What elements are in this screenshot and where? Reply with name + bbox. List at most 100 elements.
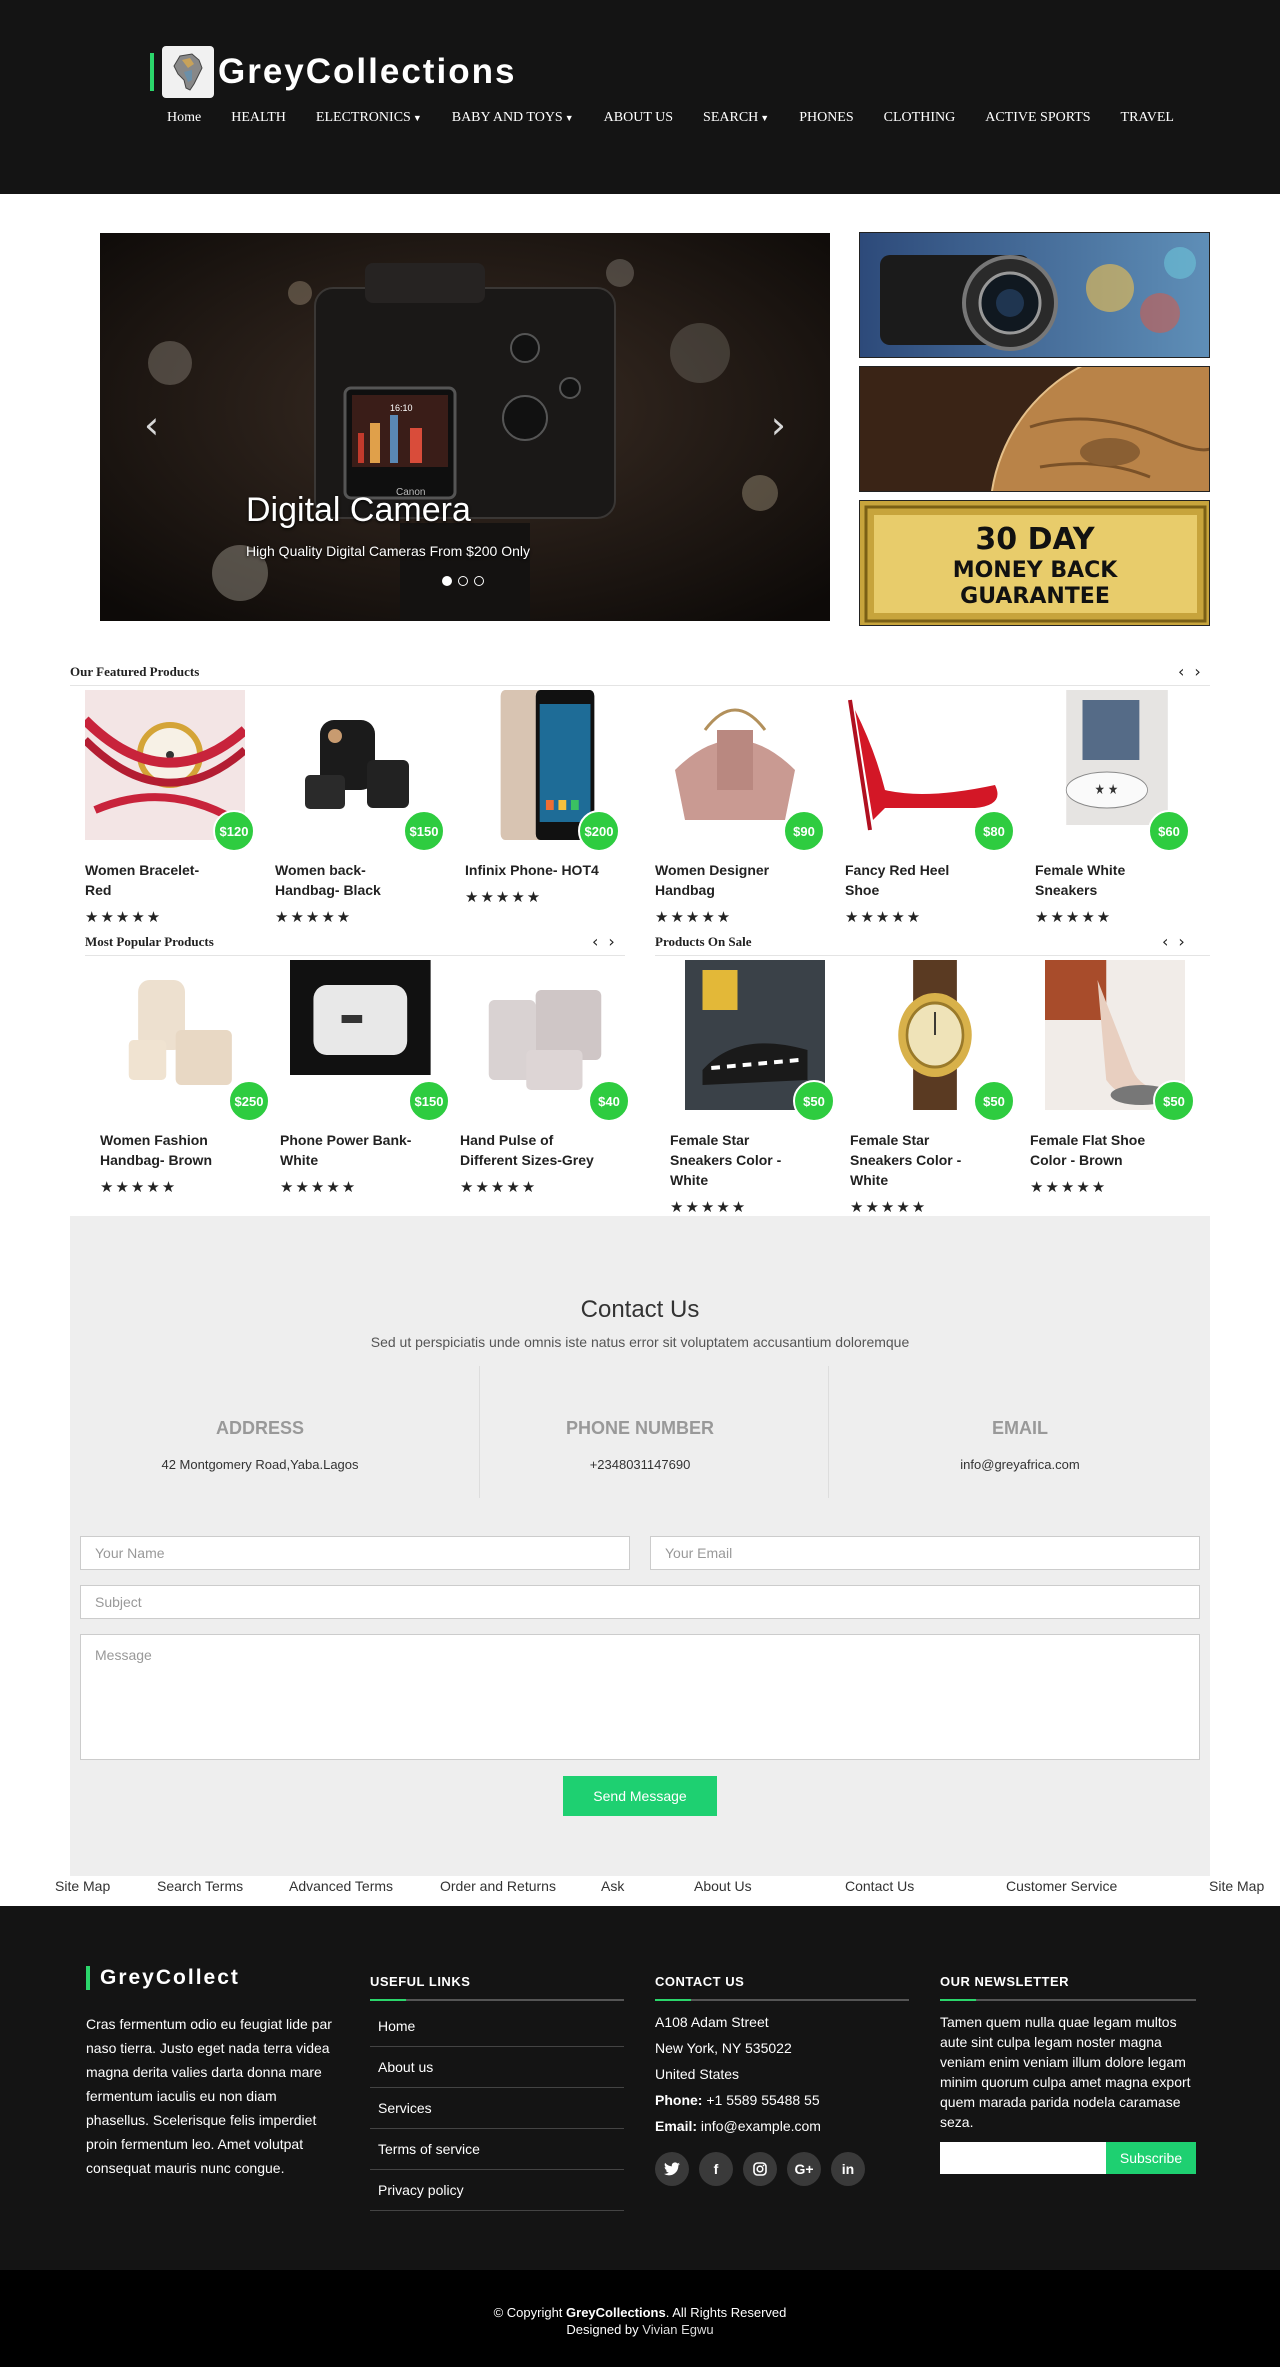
- footer-link-order-and-returns[interactable]: Order and Returns: [440, 1878, 556, 1894]
- google-plus-icon[interactable]: G+: [787, 2152, 821, 2186]
- nav-item-travel[interactable]: TRAVEL: [1106, 110, 1189, 126]
- chevron-right-icon[interactable]: ›: [1194, 662, 1200, 681]
- nav-item-electronics[interactable]: ELECTRONICS ▼: [301, 110, 437, 126]
- carousel-indicator[interactable]: [442, 576, 452, 586]
- product-card[interactable]: $50 Female Star Sneakers Color - White ★★★…: [850, 960, 1030, 1216]
- footer-link-advanced-terms[interactable]: Advanced Terms: [289, 1878, 393, 1894]
- facebook-icon[interactable]: f: [699, 2152, 733, 2186]
- product-card[interactable]: $150 Phone Power Bank- White ★★★★★: [280, 960, 460, 1196]
- footer-link-contact-us[interactable]: Contact Us: [845, 1878, 914, 1894]
- instagram-icon[interactable]: [743, 2152, 777, 2186]
- address-value: 42 Montgomery Road,Yaba.Lagos: [161, 1457, 359, 1472]
- product-name[interactable]: Phone Power Bank- White: [280, 1130, 415, 1170]
- subject-input[interactable]: Subject: [80, 1585, 1200, 1619]
- product-name[interactable]: Women Fashion Handbag- Brown: [100, 1130, 235, 1170]
- product-image[interactable]: $200: [485, 690, 620, 852]
- newsletter-email-input[interactable]: [940, 2142, 1106, 2174]
- footer-link-site-map[interactable]: Site Map: [1209, 1878, 1264, 1894]
- footer-city: New York, NY 535022: [655, 2040, 792, 2056]
- product-name[interactable]: Female Star Sneakers Color - White: [850, 1130, 985, 1190]
- send-message-button[interactable]: Send Message: [563, 1776, 717, 1816]
- nav-item-search[interactable]: SEARCH ▼: [688, 110, 784, 126]
- contact-us-title: CONTACT US: [655, 1974, 745, 1989]
- product-name[interactable]: Women Bracelet-Red: [85, 860, 220, 900]
- product-card[interactable]: $250 Women Fashion Handbag- Brown ★★★★★: [100, 960, 280, 1196]
- product-image[interactable]: $50: [865, 960, 1015, 1122]
- brand[interactable]: GreyCollections: [150, 46, 516, 98]
- product-name[interactable]: Infinix Phone- HOT4: [465, 860, 600, 880]
- product-image[interactable]: $250: [110, 960, 270, 1122]
- carousel-prev-icon[interactable]: ‹: [144, 403, 159, 447]
- product-image[interactable]: $50: [1045, 960, 1195, 1122]
- nav-item-home[interactable]: Home: [152, 110, 216, 126]
- product-image[interactable]: $120: [81, 690, 255, 852]
- product-name[interactable]: Fancy Red Heel Shoe: [845, 860, 980, 900]
- useful-link-services[interactable]: Services: [370, 2088, 624, 2129]
- product-image[interactable]: $40: [470, 960, 630, 1122]
- useful-link-terms-of-service[interactable]: Terms of service: [370, 2129, 624, 2170]
- product-card[interactable]: $40 Hand Pulse of Different Sizes-Grey ★★★…: [460, 960, 640, 1196]
- name-input[interactable]: Your Name: [80, 1536, 630, 1570]
- chevron-left-icon[interactable]: ‹: [1178, 662, 1184, 681]
- star-rating: ★★★★★: [280, 1179, 358, 1196]
- product-image[interactable]: $50: [685, 960, 835, 1122]
- copyright-line: © Copyright GreyCollections. All Rights …: [0, 2304, 1280, 2321]
- product-image[interactable]: $80: [845, 690, 1015, 852]
- product-image[interactable]: ★ ★ $60: [1050, 690, 1190, 852]
- carousel-indicator[interactable]: [458, 576, 468, 586]
- chevron-left-icon[interactable]: ‹: [592, 932, 598, 951]
- chevron-right-icon[interactable]: ›: [1178, 932, 1184, 951]
- product-name[interactable]: Women back-Handbag- Black: [275, 860, 410, 900]
- useful-link-privacy-policy[interactable]: Privacy policy: [370, 2170, 624, 2211]
- nav-item-clothing[interactable]: CLOTHING: [869, 110, 971, 126]
- email-input[interactable]: Your Email: [650, 1536, 1200, 1570]
- chevron-right-icon[interactable]: ›: [608, 932, 614, 951]
- copyright-brand: GreyCollections: [566, 2305, 666, 2320]
- footer-link-ask[interactable]: Ask: [601, 1878, 624, 1894]
- money-back-guarantee-banner[interactable]: 30 DAY MONEY BACK GUARANTEE: [859, 500, 1210, 626]
- product-image[interactable]: $150: [275, 690, 445, 852]
- subscribe-button[interactable]: Subscribe: [1106, 2142, 1196, 2174]
- designed-by-label: Designed by: [566, 2322, 639, 2337]
- product-image[interactable]: $150: [290, 960, 450, 1122]
- footer-link-customer-service[interactable]: Customer Service: [1006, 1878, 1117, 1894]
- nav-item-about-us[interactable]: ABOUT US: [589, 110, 688, 126]
- product-image[interactable]: $90: [655, 690, 825, 852]
- product-card[interactable]: $120 Women Bracelet-Red ★★★★★: [81, 690, 265, 926]
- product-name[interactable]: Female Star Sneakers Color - White: [670, 1130, 805, 1190]
- footer-link-search-terms[interactable]: Search Terms: [157, 1878, 243, 1894]
- nav-item-health[interactable]: HEALTH: [216, 110, 301, 126]
- product-name[interactable]: Female White Sneakers: [1035, 860, 1170, 900]
- product-card[interactable]: $150 Women back-Handbag- Black ★★★★★: [275, 690, 455, 926]
- price-badge: $150: [403, 810, 445, 852]
- chevron-left-icon[interactable]: ‹: [1162, 932, 1168, 951]
- newsletter-text: Tamen quem nulla quae legam multos aute …: [940, 2014, 1191, 2130]
- useful-link-about-us[interactable]: About us: [370, 2047, 624, 2088]
- product-name[interactable]: Female Flat Shoe Color - Brown: [1030, 1130, 1165, 1170]
- nav-item-label: TRAVEL: [1120, 110, 1174, 125]
- product-card[interactable]: $90 Women Designer Handbag ★★★★★: [655, 690, 835, 926]
- nav-item-active-sports[interactable]: ACTIVE SPORTS: [970, 110, 1105, 126]
- message-textarea[interactable]: Message: [80, 1634, 1200, 1760]
- linkedin-icon[interactable]: in: [831, 2152, 865, 2186]
- globe-banner[interactable]: [859, 366, 1210, 492]
- footer-email-value: info@example.com: [700, 2118, 821, 2134]
- footer-link-site-map[interactable]: Site Map: [55, 1878, 110, 1894]
- product-card[interactable]: $50 Female Star Sneakers Color - White ★★★…: [670, 960, 850, 1216]
- product-name[interactable]: Hand Pulse of Different Sizes-Grey: [460, 1130, 595, 1170]
- product-card[interactable]: $80 Fancy Red Heel Shoe ★★★★★: [845, 690, 1025, 926]
- footer-link-about-us[interactable]: About Us: [694, 1878, 752, 1894]
- price-badge: $200: [578, 810, 620, 852]
- carousel-next-icon[interactable]: ›: [771, 403, 786, 447]
- product-name[interactable]: Women Designer Handbag: [655, 860, 790, 900]
- product-card[interactable]: $200 Infinix Phone- HOT4 ★★★★★: [465, 690, 645, 906]
- product-card[interactable]: ★ ★ $60 Female White Sneakers ★★★★★: [1035, 690, 1215, 926]
- nav-item-baby-and-toys[interactable]: BABY AND TOYS ▼: [437, 110, 589, 126]
- nav-item-phones[interactable]: PHONES: [784, 110, 868, 126]
- carousel-indicator[interactable]: [474, 576, 484, 586]
- twitter-icon[interactable]: [655, 2152, 689, 2186]
- camera-banner[interactable]: [859, 232, 1210, 358]
- product-card[interactable]: $50 Female Flat Shoe Color - Brown ★★★★★: [1030, 960, 1210, 1196]
- designer-link[interactable]: Vivian Egwu: [642, 2322, 713, 2337]
- useful-link-home[interactable]: Home: [370, 2006, 624, 2047]
